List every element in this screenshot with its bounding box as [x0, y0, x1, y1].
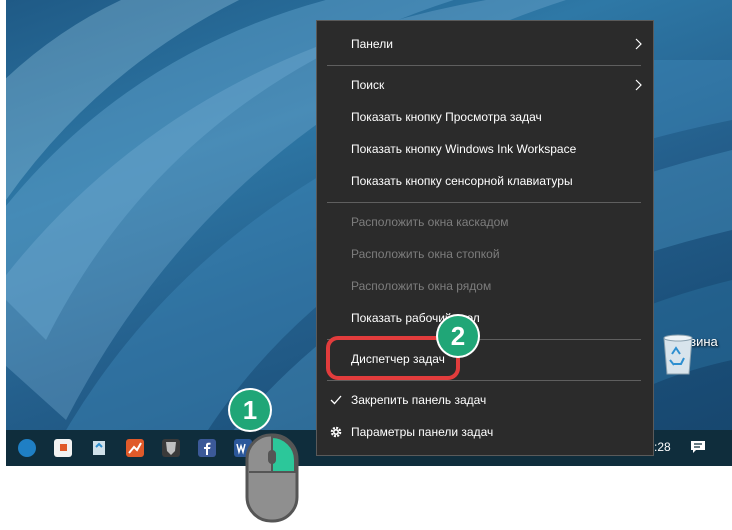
chevron-right-icon: [635, 79, 642, 91]
browser-icon[interactable]: [18, 439, 36, 457]
recycle-bin[interactable]: Корзина: [658, 330, 728, 375]
menu-item-show-touch-keyboard[interactable]: Показать кнопку сенсорной клавиатуры: [317, 166, 653, 196]
menu-item-show-task-view[interactable]: Показать кнопку Просмотра задач: [317, 102, 653, 132]
media-icon[interactable]: [54, 439, 72, 457]
taskbar-context-menu: Панели Поиск Показать кнопку Просмотра з…: [316, 20, 654, 456]
menu-item-label: Показать кнопку Windows Ink Workspace: [351, 142, 577, 156]
menu-item-label: Панели: [351, 37, 393, 51]
menu-item-cascade: Расположить окна каскадом: [317, 207, 653, 237]
menu-separator: [327, 65, 641, 66]
menu-item-label: Показать кнопку сенсорной клавиатуры: [351, 174, 573, 188]
menu-item-show-ink-workspace[interactable]: Показать кнопку Windows Ink Workspace: [317, 134, 653, 164]
recycle-bin-icon: [663, 334, 693, 375]
menu-item-search[interactable]: Поиск: [317, 70, 653, 100]
action-center-icon[interactable]: [690, 440, 706, 454]
step-1-badge: 1: [230, 390, 270, 430]
menu-item-label: Расположить окна рядом: [351, 279, 492, 293]
menu-separator: [327, 202, 641, 203]
chart-app-icon[interactable]: [126, 439, 144, 457]
menu-item-label: Параметры панели задач: [351, 425, 494, 439]
chevron-right-icon: [635, 38, 642, 50]
menu-item-side-by-side: Расположить окна рядом: [317, 271, 653, 301]
menu-item-label: Закрепить панель задач: [351, 393, 487, 407]
game-icon[interactable]: [162, 439, 180, 457]
menu-item-panels[interactable]: Панели: [317, 29, 653, 59]
checkmark-icon: [330, 395, 342, 405]
recycle-app-icon[interactable]: [90, 439, 108, 457]
mouse-right-click-icon: [245, 433, 299, 523]
gear-icon: [330, 426, 342, 438]
menu-item-show-desktop[interactable]: Показать рабочий стол: [317, 303, 653, 333]
menu-item-label: Показать кнопку Просмотра задач: [351, 110, 542, 124]
facebook-icon[interactable]: [198, 439, 216, 457]
menu-item-label: Поиск: [351, 78, 385, 92]
taskbar-clock[interactable]: :28: [654, 440, 671, 454]
menu-separator: [327, 380, 641, 381]
menu-item-taskbar-settings[interactable]: Параметры панели задач: [317, 417, 653, 447]
menu-item-label: Расположить окна каскадом: [351, 215, 509, 229]
menu-item-lock-taskbar[interactable]: Закрепить панель задач: [317, 385, 653, 415]
step-2-badge: 2: [438, 316, 478, 356]
menu-item-label: Расположить окна стопкой: [351, 247, 500, 261]
menu-item-stack: Расположить окна стопкой: [317, 239, 653, 269]
